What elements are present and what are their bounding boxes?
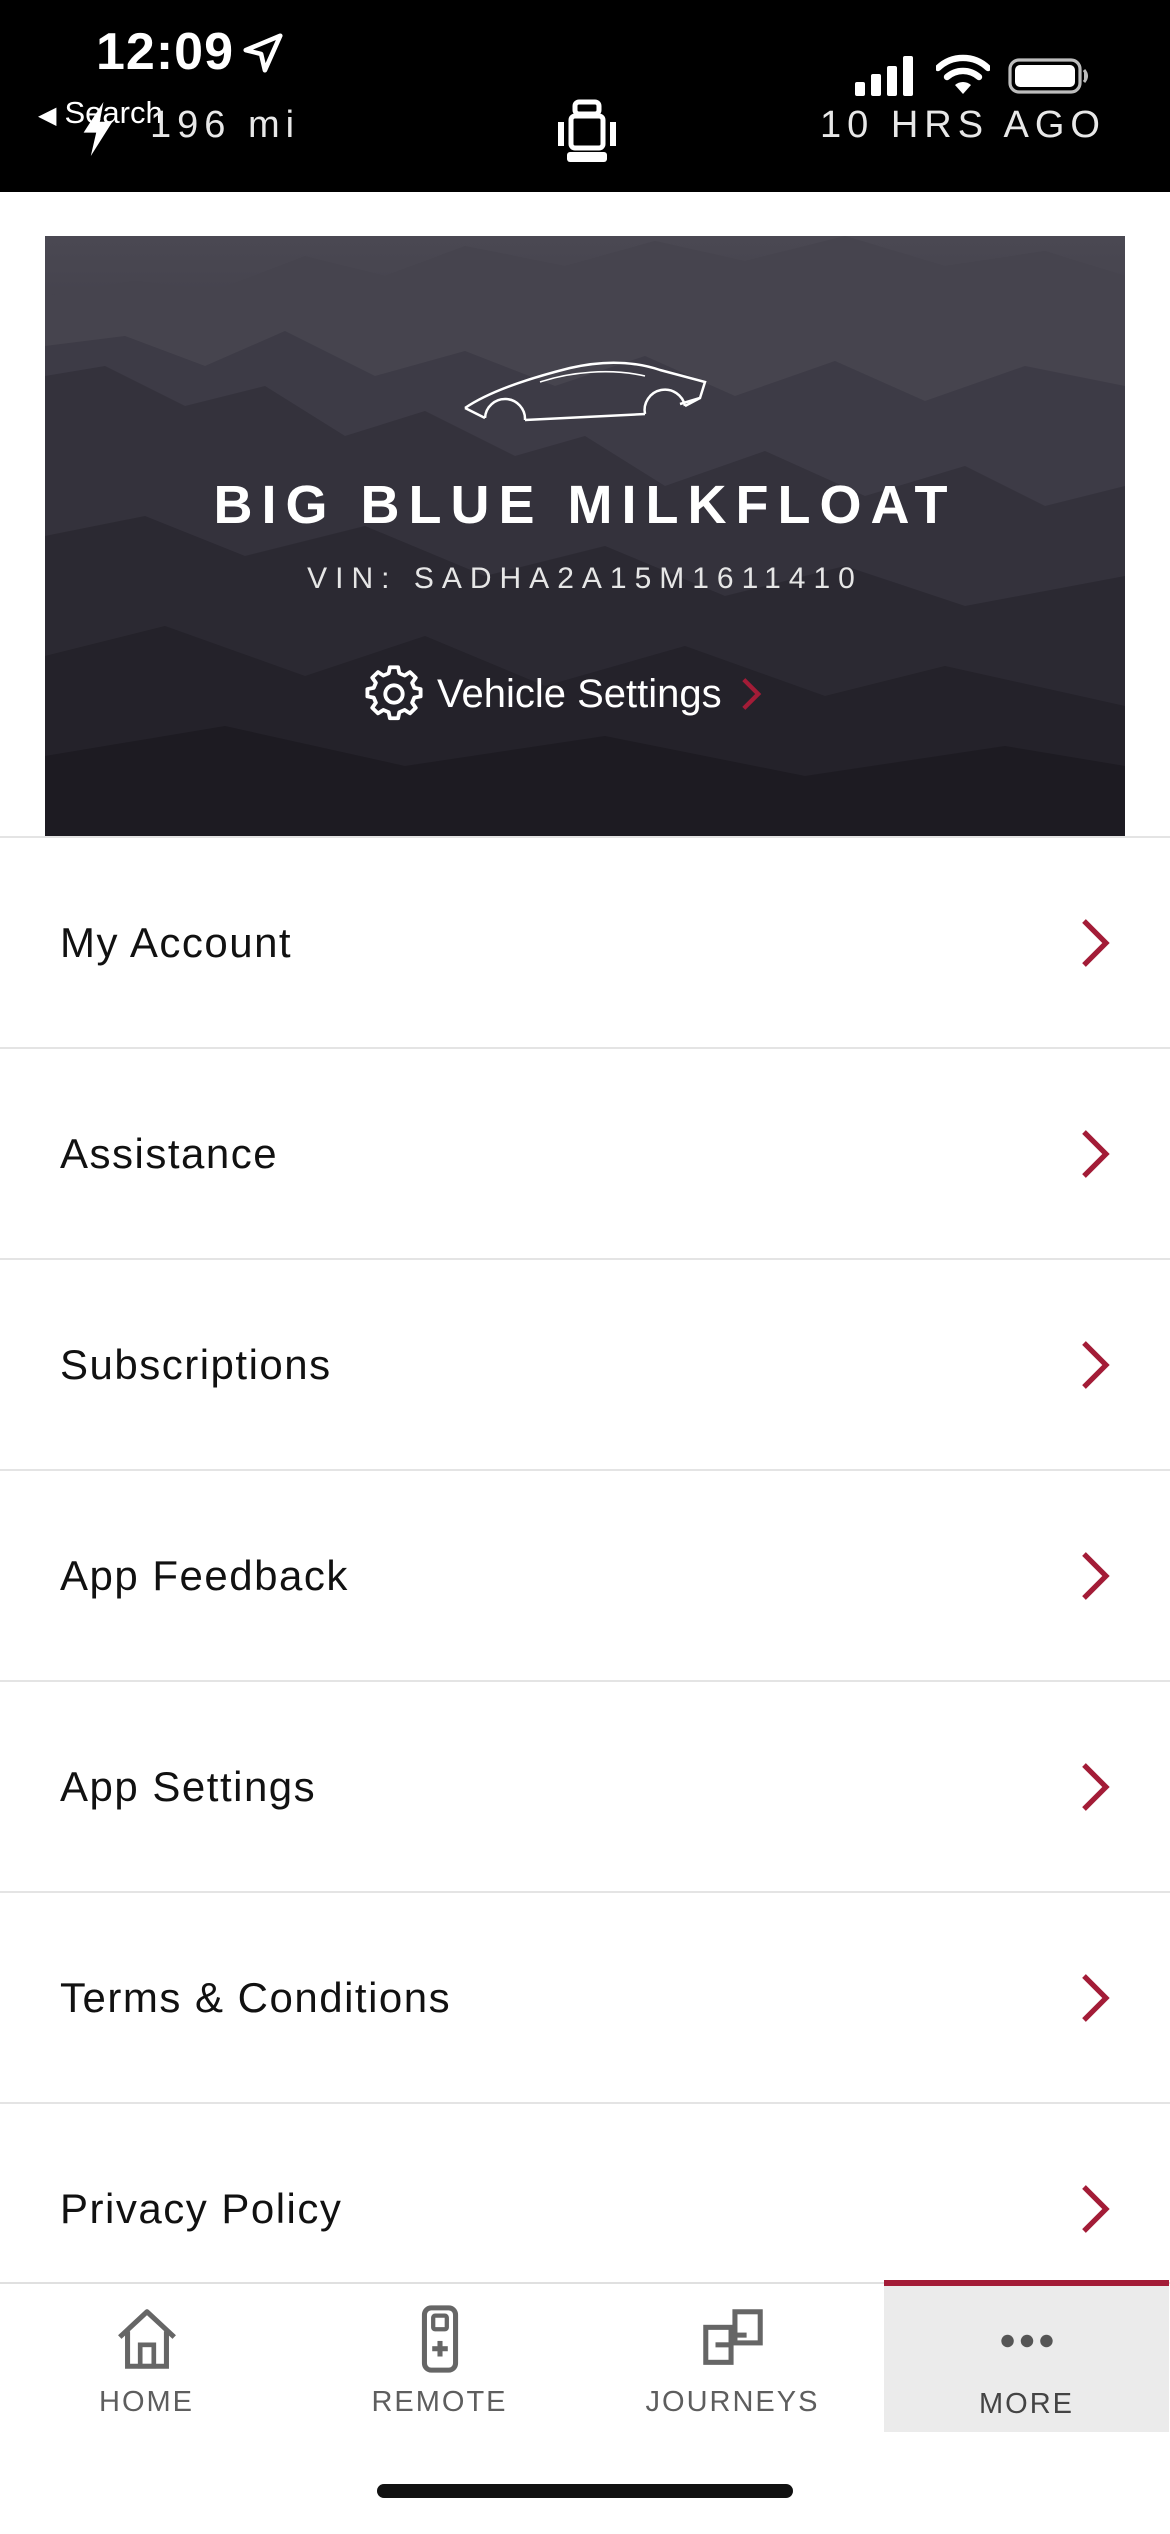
cellular-signal-icon [855,56,913,96]
chevron-right-icon [1082,1129,1110,1178]
settings-menu: My Account Assistance Subscriptions App … [0,836,1170,2313]
gear-icon [365,665,423,721]
back-triangle-icon: ◀ [38,102,57,129]
tab-home[interactable]: HOME [4,2284,289,2430]
menu-item-label: My Account [60,918,293,966]
chevron-right-icon [1082,918,1110,967]
menu-item-my-account[interactable]: My Account [0,836,1170,1047]
chevron-right-icon [1082,2184,1110,2233]
chevron-right-icon [1082,1973,1110,2022]
menu-item-subscriptions[interactable]: Subscriptions [0,1258,1170,1469]
tab-remote[interactable]: REMOTE [297,2284,582,2430]
menu-item-terms-conditions[interactable]: Terms & Conditions [0,1891,1170,2102]
chevron-right-icon [1082,1762,1110,1811]
lightning-bolt-icon [83,102,113,156]
menu-item-label: Privacy Policy [60,2184,343,2232]
tab-label: JOURNEYS [645,2386,820,2418]
vehicle-settings-button[interactable]: Vehicle Settings [365,664,762,724]
vehicle-seat-icon [558,99,616,162]
car-outline-icon [464,361,707,422]
menu-item-app-feedback[interactable]: App Feedback [0,1469,1170,1680]
more-icon [1000,2334,1053,2348]
chevron-right-icon [741,678,761,710]
menu-item-app-settings[interactable]: App Settings [0,1680,1170,1891]
location-arrow-icon [243,33,283,73]
remote-icon [421,2305,458,2373]
tab-label: REMOTE [371,2386,508,2418]
tab-label: HOME [99,2386,194,2418]
vehicle-vin: VIN: SADHA2A15M1611410 [307,562,863,595]
tab-more[interactable]: MORE [884,2280,1169,2432]
chevron-right-icon [1082,1551,1110,1600]
menu-item-label: App Settings [60,1762,317,1810]
clock-time: 12:09 [96,23,234,81]
tab-journeys[interactable]: JOURNEYS [590,2284,875,2430]
chevron-right-icon [1082,1340,1110,1389]
status-bar: 12:09 ◀ Search 196 mi 10 HRS AGO [0,0,1170,192]
menu-item-label: Terms & Conditions [60,1973,452,2021]
tab-label: MORE [979,2388,1074,2420]
vehicle-banner: BIG BLUE MILKFLOAT VIN: SADHA2A15M161141… [45,236,1125,836]
vehicle-name: BIG BLUE MILKFLOAT [213,475,957,535]
home-indicator[interactable] [377,2484,793,2498]
journeys-icon [702,2309,763,2365]
vehicle-settings-label: Vehicle Settings [437,671,722,716]
menu-item-label: App Feedback [60,1551,349,1599]
menu-item-label: Subscriptions [60,1340,332,1388]
home-icon [117,2309,176,2369]
wifi-icon [936,54,990,94]
last-update-time: 10 HRS AGO [820,104,1106,146]
menu-item-assistance[interactable]: Assistance [0,1047,1170,1258]
mountain-background [45,236,1125,836]
vehicle-range: 196 mi [150,104,301,146]
battery-icon [1008,58,1088,94]
menu-item-label: Assistance [60,1129,279,1177]
